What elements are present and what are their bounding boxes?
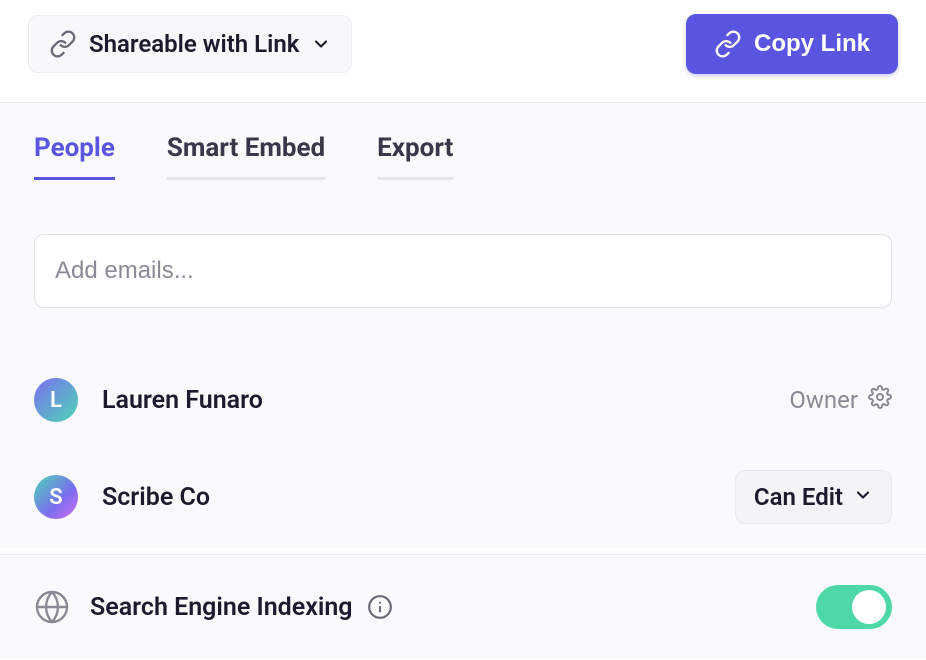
toggle-knob — [852, 590, 886, 624]
avatar: S — [34, 475, 78, 519]
person-info: L Lauren Funaro — [34, 378, 263, 422]
chevron-down-icon — [311, 34, 331, 54]
role-label: Owner — [789, 386, 858, 414]
avatar: L — [34, 378, 78, 422]
globe-icon — [34, 589, 70, 625]
role-label: Can Edit — [754, 483, 843, 511]
topbar: Shareable with Link Copy Link — [0, 0, 926, 102]
role-dropdown[interactable]: Can Edit — [735, 470, 892, 524]
people-list: L Lauren Funaro Owner S Scribe Co Can Ed… — [34, 354, 892, 548]
share-mode-label: Shareable with Link — [89, 30, 299, 58]
add-emails-input[interactable] — [34, 234, 892, 308]
footer-left: Search Engine Indexing — [34, 589, 393, 625]
person-row: S Scribe Co Can Edit — [34, 446, 892, 548]
gear-icon[interactable] — [868, 385, 892, 415]
person-name: Lauren Funaro — [102, 386, 263, 415]
link-icon — [49, 30, 77, 58]
chevron-down-icon — [853, 485, 873, 509]
info-icon[interactable] — [367, 594, 393, 620]
owner-role: Owner — [789, 385, 892, 415]
share-mode-dropdown[interactable]: Shareable with Link — [28, 15, 352, 73]
link-icon — [714, 30, 742, 58]
person-name: Scribe Co — [102, 483, 210, 512]
indexing-label: Search Engine Indexing — [90, 593, 353, 622]
tab-export[interactable]: Export — [377, 133, 453, 180]
main-panel: People Smart Embed Export L Lauren Funar… — [0, 102, 926, 548]
person-info: S Scribe Co — [34, 475, 210, 519]
indexing-toggle[interactable] — [816, 585, 892, 629]
person-row: L Lauren Funaro Owner — [34, 354, 892, 446]
indexing-label-wrap: Search Engine Indexing — [90, 593, 393, 622]
tabs: People Smart Embed Export — [34, 133, 892, 180]
copy-link-button[interactable]: Copy Link — [686, 14, 898, 74]
copy-link-label: Copy Link — [754, 30, 870, 58]
tab-smart-embed[interactable]: Smart Embed — [167, 133, 325, 180]
email-input-container — [34, 234, 892, 308]
tab-people[interactable]: People — [34, 133, 115, 180]
footer: Search Engine Indexing — [0, 554, 926, 659]
